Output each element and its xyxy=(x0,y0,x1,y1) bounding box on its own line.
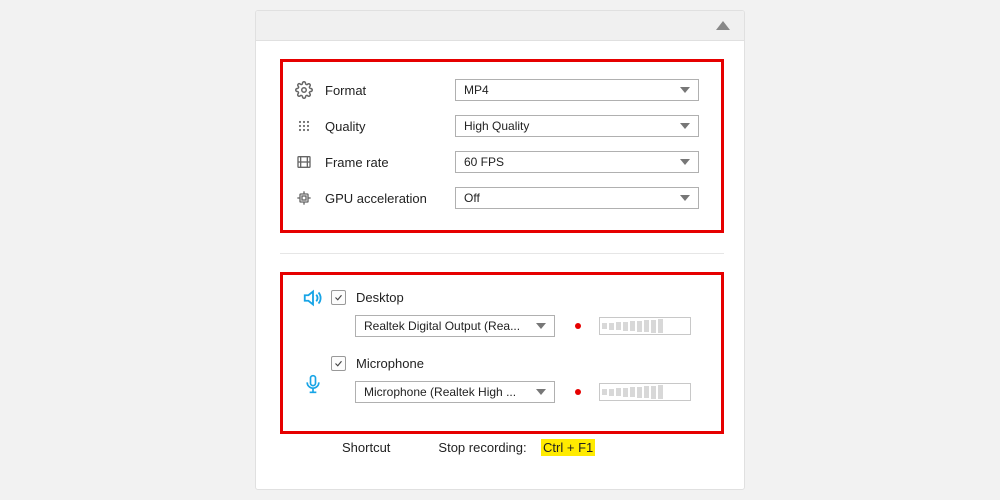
chevron-down-icon xyxy=(680,195,690,201)
mic-level-meter xyxy=(599,383,691,401)
framerate-row: Frame rate 60 FPS xyxy=(295,144,699,180)
record-indicator-icon xyxy=(575,323,581,329)
desktop-audio-body: Realtek Digital Output (Rea... xyxy=(355,315,699,337)
mic-device-value: Microphone (Realtek High ... xyxy=(364,385,516,399)
format-combobox[interactable]: MP4 xyxy=(455,79,699,101)
format-gear-icon xyxy=(295,81,313,99)
desktop-device-value: Realtek Digital Output (Rea... xyxy=(364,319,520,333)
desktop-level-meter xyxy=(599,317,691,335)
video-settings-group: Format MP4 Quality High Quality xyxy=(280,59,724,233)
mic-audio-body: Microphone (Realtek High ... xyxy=(355,381,699,403)
mic-audio-title: Microphone xyxy=(331,351,699,375)
quality-dots-icon xyxy=(295,117,313,135)
mic-device-combobox[interactable]: Microphone (Realtek High ... xyxy=(355,381,555,403)
format-label: Format xyxy=(325,83,455,98)
quality-value: High Quality xyxy=(464,119,529,133)
gpu-combobox[interactable]: Off xyxy=(455,187,699,209)
chevron-down-icon xyxy=(536,389,546,395)
chevron-down-icon xyxy=(680,87,690,93)
framerate-label: Frame rate xyxy=(325,155,455,170)
format-value: MP4 xyxy=(464,83,489,97)
settings-panel: Format MP4 Quality High Quality xyxy=(255,10,745,490)
divider xyxy=(280,253,724,254)
collapse-bar[interactable] xyxy=(256,11,744,41)
desktop-audio-label: Desktop xyxy=(356,290,404,305)
framerate-value: 60 FPS xyxy=(464,155,504,169)
gpu-value: Off xyxy=(464,191,480,205)
shortcut-key-highlight: Ctrl + F1 xyxy=(541,439,595,456)
shortcut-heading: Shortcut xyxy=(342,440,390,455)
panel-content: Format MP4 Quality High Quality xyxy=(256,41,744,479)
chevron-down-icon xyxy=(680,159,690,165)
mic-audio-label: Microphone xyxy=(356,356,424,371)
quality-label: Quality xyxy=(325,119,455,134)
chip-icon xyxy=(295,189,313,207)
audio-settings-group: Desktop Realtek Digital Output (Rea... xyxy=(280,272,724,434)
chevron-down-icon xyxy=(680,123,690,129)
format-row: Format MP4 xyxy=(295,72,699,108)
stop-recording-label: Stop recording: xyxy=(438,440,526,455)
desktop-device-combobox[interactable]: Realtek Digital Output (Rea... xyxy=(355,315,555,337)
chevron-down-icon xyxy=(536,323,546,329)
quality-combobox[interactable]: High Quality xyxy=(455,115,699,137)
quality-row: Quality High Quality xyxy=(295,108,699,144)
desktop-audio-checkbox[interactable] xyxy=(331,290,346,305)
film-icon xyxy=(295,153,313,171)
gpu-label: GPU acceleration xyxy=(325,191,455,206)
audio-icons-column xyxy=(295,285,331,417)
framerate-combobox[interactable]: 60 FPS xyxy=(455,151,699,173)
desktop-audio-title: Desktop xyxy=(331,285,699,309)
microphone-icon xyxy=(303,374,323,397)
speaker-icon xyxy=(302,287,324,312)
gpu-row: GPU acceleration Off xyxy=(295,180,699,216)
audio-body: Desktop Realtek Digital Output (Rea... xyxy=(331,285,699,417)
mic-audio-checkbox[interactable] xyxy=(331,356,346,371)
record-indicator-icon xyxy=(575,389,581,395)
footer-shortcut: Shortcut Stop recording: Ctrl + F1 xyxy=(280,434,724,469)
collapse-up-icon xyxy=(716,21,730,30)
